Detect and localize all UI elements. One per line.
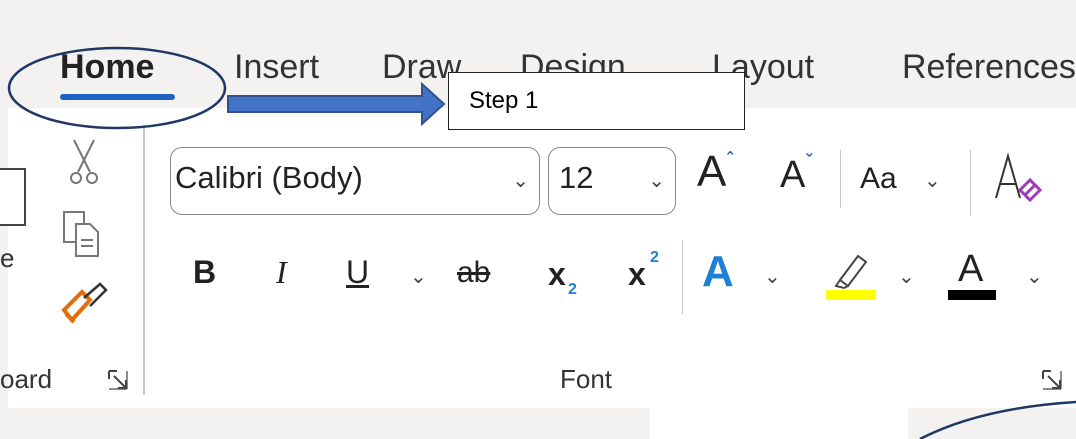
step-callout-text: Step 1 — [469, 87, 539, 114]
step-callout-box: Step 1 — [448, 72, 745, 130]
annotation-partial-circle — [919, 400, 1076, 439]
annotation-arrow-icon — [227, 81, 446, 127]
annotation-overlay — [7, 46, 1076, 439]
annotation-circle — [7, 46, 227, 130]
